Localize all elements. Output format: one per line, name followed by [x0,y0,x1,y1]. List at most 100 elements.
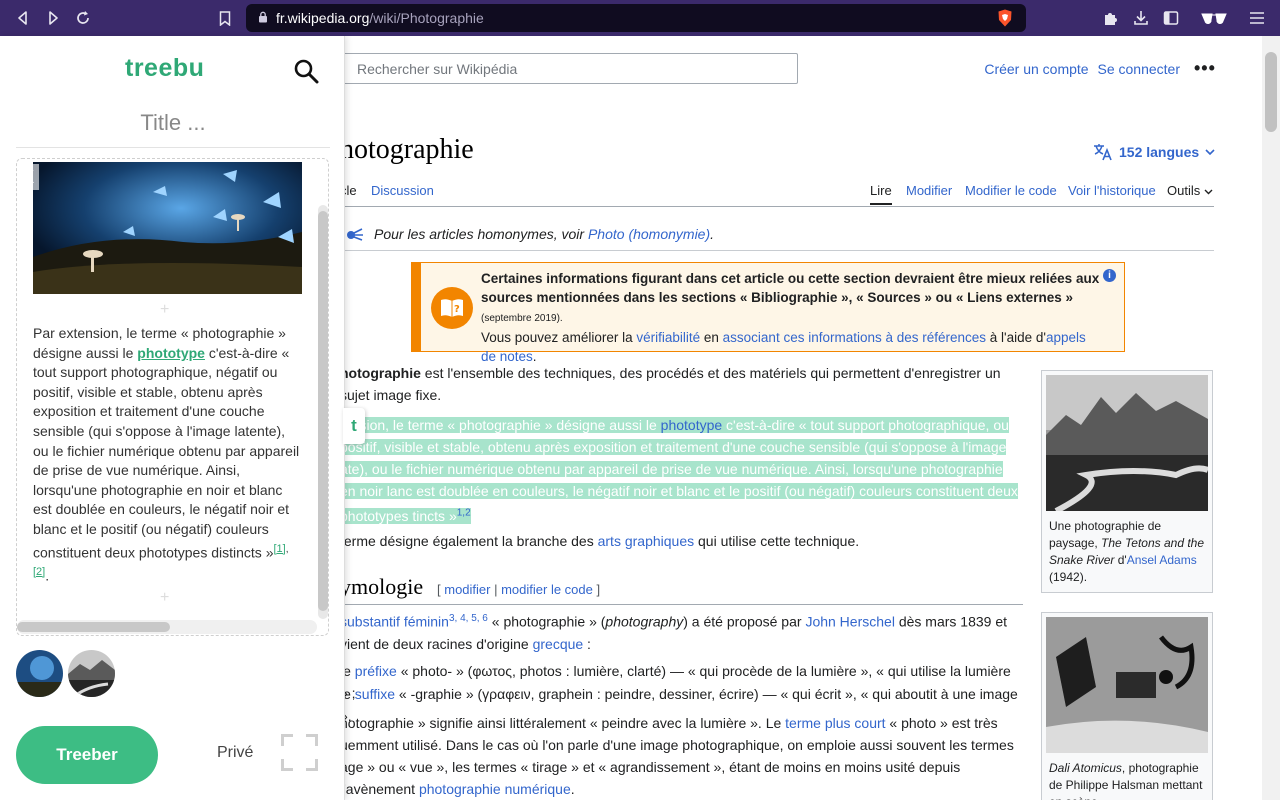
sidebar-button[interactable] [1158,0,1184,36]
divider [340,250,1214,251]
ety-text-b: ) a été proposé par [683,613,806,630]
tab-history[interactable]: Voir l'historique [1068,183,1156,198]
search-icon[interactable] [293,58,319,84]
tab-discussion[interactable]: Discussion [371,183,434,198]
arts-paragraph: terme désigne également la branche des a… [340,530,1020,552]
substantif-link[interactable]: substantif féminin [340,614,449,630]
browser-toolbar: fr.wikipedia.org/wiki/Photographie [0,0,1280,36]
private-glasses-icon [1201,13,1227,25]
tab-read[interactable]: Lire [870,183,892,205]
cap2-i: Dali Atomicus [1049,761,1122,775]
suffixe-link[interactable]: suffixe [355,686,395,702]
remove-image-button[interactable]: X [17,164,39,190]
tab-tools[interactable]: Outils [1167,183,1213,198]
add-block-top-icon[interactable]: + [160,301,169,319]
dali-photo[interactable] [1046,617,1208,753]
intro-paragraph: hotographie est l'ensemble des technique… [340,362,1020,406]
clip-ref-2[interactable]: [2] [33,566,45,578]
download-icon [1134,11,1148,25]
arts-graphiques-link[interactable]: arts graphiques [598,533,695,549]
card-horizontal-thumb[interactable] [17,622,170,632]
info-icon[interactable]: i [1103,269,1116,282]
forward-icon [49,11,58,25]
create-account-link[interactable]: Créer un compte [984,61,1088,77]
clip-text-b: c'est-à-dire « tout support photographiq… [33,344,300,561]
page-scrollbar-thumb[interactable] [1265,52,1277,132]
ansel-adams-link[interactable]: Ansel Adams [1127,553,1197,567]
user-links: Créer un compte Se connecter [979,61,1180,77]
banner-improve-text: Vous pouvez améliorer la [481,330,637,345]
downloads-button[interactable] [1128,0,1154,36]
tab-edit-code[interactable]: Modifier le code [965,183,1057,198]
card-vertical-scrollbar[interactable] [318,205,328,619]
url-host: fr.wikipedia.org [276,10,370,26]
add-block-bottom-icon[interactable]: + [160,589,169,607]
clip-phototype-link[interactable]: phototype [137,345,205,361]
ety-text-d: : [583,635,591,652]
chevron-down-icon [1205,148,1215,155]
treebu-panel: treebu Title ... X + Par extension, le t… [0,36,345,800]
hatnote-text: Pour les articles homonymes, voir [374,226,588,242]
thumbnail-landscape[interactable] [68,650,115,697]
forward-button[interactable] [38,3,68,33]
phototype-link[interactable]: phototype [661,417,723,433]
menu-button[interactable] [1244,0,1270,36]
infobox-tetons: Une photographie de paysage, The Tetons … [1041,370,1213,593]
refs-1-2[interactable]: 1,2 [457,507,471,518]
clip-ref-1[interactable]: [1] [273,543,285,555]
treeber-button[interactable]: Treeber [16,726,158,784]
section-heading-etymologie: ymologie [ modifier | modifier le code ] [340,574,1023,605]
banner-with-text: à l'aide d' [986,330,1046,345]
verifiability-link[interactable]: vérifiabilité [636,330,700,345]
treebu-toggle-handle[interactable]: t [343,408,365,444]
wiki-search-placeholder: Rechercher sur Wikipédia [357,60,518,77]
page-title: hotographie [340,134,474,165]
cap-b: d' [1114,553,1127,567]
treebu-logo: treebu [125,54,205,82]
brave-shield-icon[interactable] [997,9,1013,27]
tab-edit[interactable]: Modifier [906,183,952,198]
page-scrollbar[interactable] [1262,36,1280,800]
cap-c: (1942). [1049,570,1088,584]
private-toggle[interactable]: Privé [217,744,253,762]
card-horizontal-scrollbar[interactable] [17,620,317,634]
url-path: /wiki/Photographie [369,10,484,26]
disambiguation-icon [347,228,363,241]
tetons-photo[interactable] [1046,375,1210,514]
herschel-link[interactable]: John Herschel [805,614,895,630]
translate-icon [1094,144,1112,161]
svg-text:?: ? [454,304,460,315]
back-button[interactable] [8,3,38,33]
profile-button[interactable] [1196,0,1232,36]
extensions-button[interactable] [1098,0,1124,36]
more-options-button[interactable]: ••• [1194,58,1216,79]
butterfly-mushroom-image[interactable] [33,162,302,294]
address-bar[interactable]: fr.wikipedia.org/wiki/Photographie [246,4,1026,32]
fullscreen-icon[interactable] [281,734,318,771]
title-input[interactable]: Title ... [16,110,330,148]
thumbnail-butterfly[interactable] [16,650,63,697]
book-question-icon: ? [431,287,473,329]
login-link[interactable]: Se connecter [1098,61,1181,77]
hatnote-link[interactable]: Photo (homonymie) [588,226,710,242]
infobox-dali: Dali Atomicus, photographie de Philippe … [1041,612,1213,800]
maintenance-banner: ? Certaines informations figurant dans c… [411,262,1125,364]
hatnote-end: . [710,226,715,242]
wiki-search-input[interactable]: Rechercher sur Wikipédia [330,53,798,84]
section-edit-link[interactable]: modifier [444,582,490,597]
refs-3-6[interactable]: 3, 4, 5, 6 [449,613,488,624]
hatnote: Pour les articles homonymes, voir Photo … [346,226,714,242]
grecque-link[interactable]: grecque [533,636,584,652]
card-vertical-thumb[interactable] [318,211,328,611]
prefixe-link[interactable]: préfixe [355,663,397,679]
photo-numerique-link[interactable]: photographie numérique [419,781,571,797]
terme-court-link[interactable]: terme plus court [785,715,885,731]
section-edit-code-link[interactable]: modifier le code [501,582,593,597]
back-icon [18,11,27,25]
reload-button[interactable] [68,3,98,33]
associate-refs-link[interactable]: associant ces informations à des référen… [723,330,986,345]
bookmark-button[interactable] [214,4,236,32]
etymology-paragraph: substantif féminin3, 4, 5, 6 « photograp… [340,608,1020,655]
languages-button[interactable]: 152 langues [1093,143,1215,161]
infobox-caption-2: Dali Atomicus, photographie de Philippe … [1046,756,1208,800]
